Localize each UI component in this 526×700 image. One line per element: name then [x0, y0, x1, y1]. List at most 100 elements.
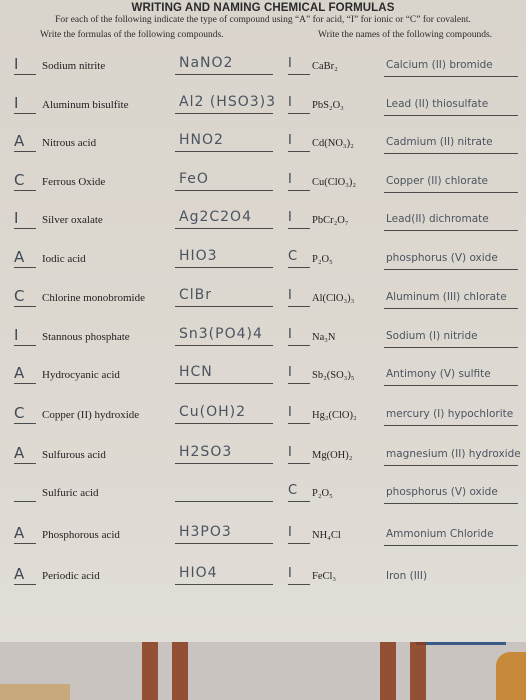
- formula-answer-field[interactable]: ClBr: [175, 284, 273, 307]
- formula-type-field[interactable]: I: [288, 131, 310, 152]
- formula-type-answer: C: [288, 249, 298, 264]
- worksheet-row: C Copper (II) hydroxide Cu(OH)2 I Hg₂(ClO)₂ m…: [0, 396, 526, 430]
- formula-type-field[interactable]: I: [288, 523, 310, 544]
- worksheet-row: C Chlorine monobromide ClBr I Al(ClO₃)₃ Alumi…: [0, 279, 526, 313]
- compound-type-field[interactable]: A: [14, 443, 36, 464]
- formula-type-field[interactable]: I: [288, 170, 310, 191]
- compound-name: Phosphorous acid: [42, 529, 120, 541]
- name-answer-field[interactable]: Aluminum (III) chlorate: [384, 286, 518, 309]
- name-answer-field[interactable]: Ammonium Chloride: [384, 523, 518, 546]
- compound-type-field[interactable]: C: [14, 403, 36, 424]
- formula-type-field[interactable]: I: [288, 54, 310, 75]
- name-answer: Calcium (II) bromide: [386, 59, 493, 71]
- formula-answer-field[interactable]: Sn3(PO4)4: [175, 323, 273, 346]
- name-answer-field[interactable]: Cadmium (II) nitrate: [384, 131, 518, 154]
- formula-type-field[interactable]: C: [288, 247, 310, 268]
- compound-type-field[interactable]: A: [14, 363, 36, 384]
- worksheet-row: I Sodium nitrite NaNO2 I CaBr₂ Calcium (II) b…: [0, 47, 526, 81]
- chemical-formula: PbS₂O₃: [312, 100, 344, 111]
- formula-answer: H3PO3: [179, 524, 232, 540]
- formula-type-answer: I: [288, 405, 292, 420]
- compound-type-answer: A: [14, 565, 25, 583]
- chemical-formula: Hg₂(ClO)₂: [312, 410, 357, 421]
- formula-type-field[interactable]: I: [288, 443, 310, 464]
- formula-type-field[interactable]: I: [288, 208, 310, 229]
- formula-type-field[interactable]: I: [288, 325, 310, 346]
- compound-type-field[interactable]: C: [14, 286, 36, 307]
- compound-name: Hydrocyanic acid: [42, 369, 120, 381]
- name-answer-field[interactable]: Copper (II) chlorate: [384, 170, 518, 193]
- compound-type-field[interactable]: I: [14, 93, 36, 114]
- formula-type-field[interactable]: I: [288, 93, 310, 114]
- compound-type-answer: A: [14, 248, 25, 266]
- name-answer-field[interactable]: Lead (II) thiosulfate: [384, 93, 518, 116]
- name-answer: Ammonium Chloride: [386, 528, 494, 540]
- compound-name: Periodic acid: [42, 570, 100, 582]
- formula-answer-field[interactable]: H2SO3: [175, 441, 273, 464]
- formula-type-field[interactable]: I: [288, 363, 310, 384]
- worksheet-row: Sulfuric acid C P₂O₅ phosphorus (V) oxide: [0, 474, 526, 508]
- worksheet-instructions: For each of the following indicate the t…: [55, 15, 471, 25]
- formula-answer-field[interactable]: [175, 479, 273, 502]
- formula-answer-field[interactable]: NaNO2: [175, 52, 273, 75]
- compound-type-field[interactable]: A: [14, 564, 36, 585]
- formula-answer-field[interactable]: Cu(OH)2: [175, 401, 273, 424]
- formula-type-answer: I: [288, 95, 292, 110]
- worksheet-paper: WRITING AND NAMING CHEMICAL FORMULAS For…: [0, 0, 526, 642]
- formula-answer-field[interactable]: H3PO3: [175, 521, 273, 544]
- name-answer-field[interactable]: Sodium (I) nitride: [384, 325, 518, 348]
- compound-type-field[interactable]: A: [14, 247, 36, 268]
- formula-type-field[interactable]: I: [288, 286, 310, 307]
- name-answer-field[interactable]: Antimony (V) sulfite: [384, 363, 518, 386]
- worksheet-row: I Silver oxalate Ag2C2O4 I PbCr₂O₇ Lead(II) d…: [0, 201, 526, 235]
- worksheet-row: I Stannous phosphate Sn3(PO4)4 I Na₃N Sodium …: [0, 318, 526, 352]
- compound-type-field[interactable]: A: [14, 131, 36, 152]
- formula-type-field[interactable]: I: [288, 564, 310, 585]
- compound-type-field[interactable]: I: [14, 325, 36, 346]
- formula-answer-field[interactable]: HNO2: [175, 129, 273, 152]
- compound-type-answer: C: [14, 404, 25, 422]
- chemical-formula: P₂O₅: [312, 254, 333, 265]
- formula-answer: [175, 482, 179, 498]
- formula-type-answer: I: [288, 566, 292, 581]
- name-answer-field[interactable]: Calcium (II) bromide: [384, 54, 518, 77]
- formula-type-answer: I: [288, 525, 292, 540]
- name-answer-field[interactable]: Iron (III): [384, 565, 518, 587]
- formula-answer-field[interactable]: Al2 (HSO3)3: [175, 91, 275, 114]
- worksheet-row: A Nitrous acid HNO2 I Cd(NO₃)₂ Cadmium (II) n…: [0, 124, 526, 158]
- formula-answer-field[interactable]: Ag2C2O4: [175, 206, 273, 229]
- formula-type-answer: I: [288, 365, 292, 380]
- formula-type-field[interactable]: I: [288, 403, 310, 424]
- compound-name: Nitrous acid: [42, 137, 97, 149]
- worksheet-row: I Aluminum bisulfite Al2 (HSO3)3 I PbS₂O₃ Lea…: [0, 86, 526, 120]
- name-answer-field[interactable]: phosphorus (V) oxide: [384, 481, 518, 504]
- formula-answer-field[interactable]: HIO4: [175, 562, 273, 585]
- compound-type-field[interactable]: I: [14, 54, 36, 75]
- compound-type-field[interactable]: [14, 481, 36, 502]
- formula-type-answer: I: [288, 288, 292, 303]
- formula-answer: Sn3(PO4)4: [179, 326, 263, 342]
- name-answer-field[interactable]: Lead(II) dichromate: [384, 208, 518, 231]
- formula-answer-field[interactable]: FeO: [175, 168, 273, 191]
- name-answer-field[interactable]: mercury (I) hypochlorite: [384, 403, 518, 426]
- name-answer: Iron (III): [386, 570, 428, 582]
- name-answer-field[interactable]: phosphorus (V) oxide: [384, 247, 518, 270]
- name-answer: phosphorus (V) oxide: [386, 486, 498, 498]
- chemical-formula: PbCr₂O₇: [312, 215, 349, 226]
- formula-answer-field[interactable]: HIO3: [175, 245, 273, 268]
- compound-name: Stannous phosphate: [42, 331, 130, 343]
- name-answer-field[interactable]: magnesium (II) hydroxide: [384, 443, 521, 466]
- compound-type-answer: I: [14, 94, 19, 112]
- formula-answer-field[interactable]: HCN: [175, 361, 273, 384]
- cloth-stripe: [172, 642, 188, 700]
- formula-answer: NaNO2: [179, 55, 234, 71]
- chemical-formula: Al(ClO₃)₃: [312, 293, 355, 304]
- compound-type-field[interactable]: I: [14, 208, 36, 229]
- formula-answer: HNO2: [179, 132, 224, 148]
- compound-type-field[interactable]: A: [14, 523, 36, 544]
- worksheet-row: A Phosphorous acid H3PO3 I NH₄Cl Ammonium Chl…: [0, 516, 526, 550]
- cloth-stripe: [380, 642, 396, 700]
- compound-type-field[interactable]: C: [14, 170, 36, 191]
- chemical-formula: Mg(OH)₂: [312, 450, 353, 461]
- formula-type-field[interactable]: C: [288, 481, 310, 502]
